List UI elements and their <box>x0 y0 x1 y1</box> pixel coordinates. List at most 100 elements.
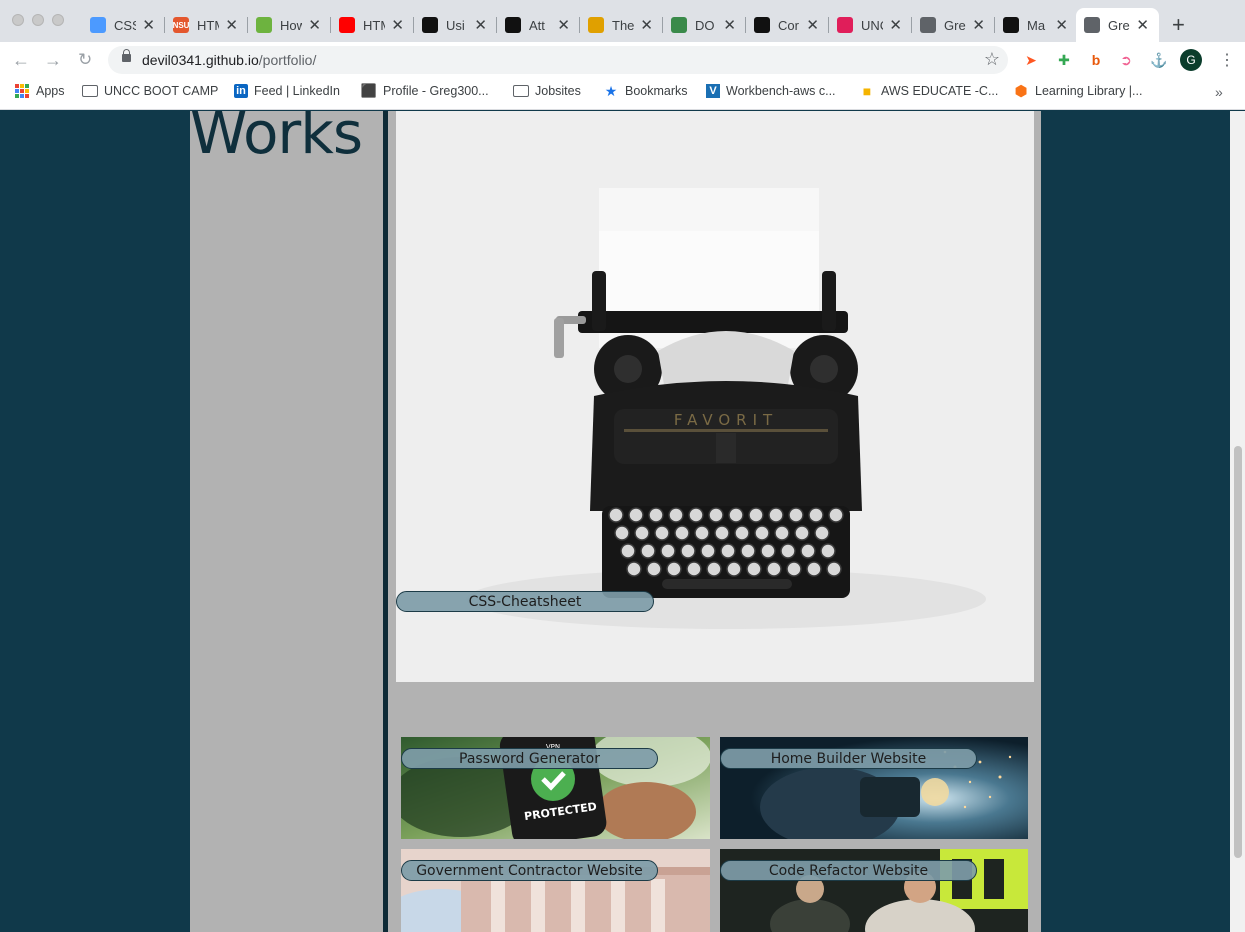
extension-arrow-icon[interactable]: ➲ <box>1117 51 1135 69</box>
back-arrow-icon[interactable]: ← <box>12 50 30 71</box>
close-tab-icon[interactable]: ✕ <box>640 16 653 34</box>
close-tab-icon[interactable]: ✕ <box>225 16 238 34</box>
bookmark-item[interactable]: ■ AWS EDUCATE -C... <box>859 83 999 99</box>
typewriter-key <box>646 561 662 577</box>
bookmark-item[interactable]: ★ Bookmarks <box>603 83 688 99</box>
browser-tab[interactable]: CSS ✕ <box>82 8 165 42</box>
bookmark-label: UNCC BOOT CAMP <box>104 84 219 98</box>
browser-tab[interactable]: HTML ✕ <box>331 8 414 42</box>
typewriter-key <box>828 507 844 523</box>
close-tab-icon[interactable]: ✕ <box>142 16 155 34</box>
tab-title: Att <box>529 17 545 33</box>
close-tab-icon[interactable]: ✕ <box>806 16 819 34</box>
project-label-password-generator[interactable]: Password Generator <box>401 748 658 769</box>
typewriter-key <box>614 525 630 541</box>
bookmark-item[interactable]: UNCC BOOT CAMP <box>82 84 218 98</box>
typewriter-key <box>626 561 642 577</box>
address-bar[interactable]: devil0341.github.io/portfolio/ ☆ <box>108 46 1008 74</box>
close-tab-icon[interactable]: ✕ <box>1055 16 1068 34</box>
bookmark-star-icon[interactable]: ☆ <box>984 49 1000 70</box>
forward-arrow-icon[interactable]: → <box>44 50 62 71</box>
bookmark-item[interactable]: in Feed | LinkedIn <box>234 84 340 98</box>
close-tab-icon[interactable]: ✕ <box>889 16 902 34</box>
lock-icon <box>122 49 131 62</box>
url-text: devil0341.github.io/portfolio/ <box>142 52 316 68</box>
bookmark-label: Bookmarks <box>625 84 688 98</box>
typewriter-key <box>774 525 790 541</box>
browser-tab[interactable]: Gre ✕ <box>1076 8 1159 42</box>
browser-tab[interactable]: Ma ✕ <box>995 8 1078 42</box>
browser-tab[interactable]: UNC ✕ <box>829 8 912 42</box>
project-label-code-refactor[interactable]: Code Refactor Website <box>720 860 977 881</box>
reload-icon[interactable]: ↻ <box>78 50 92 70</box>
extension-postman-icon[interactable]: ➤ <box>1022 51 1040 69</box>
browser-tab[interactable]: DO ✕ <box>663 8 746 42</box>
zoom-window-button[interactable] <box>52 14 64 26</box>
minimize-window-button[interactable] <box>32 14 44 26</box>
bookmark-label: Profile - Greg300... <box>383 84 489 98</box>
tab-title: HTML <box>363 17 385 33</box>
page-scrollbar-thumb[interactable] <box>1234 446 1242 858</box>
aws-box-icon: ■ <box>862 83 872 99</box>
browser-tab[interactable]: NSU HTML ✕ <box>165 8 248 42</box>
hero-project-card[interactable]: FAVORIT CSS-Cheatsheet <box>396 111 1034 682</box>
close-tab-icon[interactable]: ✕ <box>1136 16 1149 34</box>
menu-kebab-icon[interactable]: ⋮ <box>1219 50 1235 70</box>
bookmark-item[interactable]: Apps <box>14 84 65 98</box>
bootcamp-icon <box>422 17 438 33</box>
tab-strip: CSS ✕ NSU HTML ✕ How ✕ HTML ✕ Usi ✕ Att ✕ The ✕ DO ✕ Cor ✕… <box>0 0 1245 42</box>
tab-title: CSS <box>114 17 136 33</box>
close-tab-icon[interactable]: ✕ <box>723 16 736 34</box>
close-tab-icon[interactable]: ✕ <box>557 16 570 34</box>
bookmark-item[interactable]: ⬛ Profile - Greg300... <box>361 83 489 98</box>
project-label-css-cheatsheet[interactable]: CSS-Cheatsheet <box>396 591 654 612</box>
profile-avatar[interactable]: G <box>1180 49 1202 71</box>
bookmark-item[interactable]: Jobsites <box>513 84 581 98</box>
ta-icon <box>754 17 770 33</box>
typewriter-key <box>714 525 730 541</box>
close-tab-icon[interactable]: ✕ <box>308 16 321 34</box>
bookmark-item[interactable]: ⬢ Learning Library |... <box>1013 83 1142 100</box>
document-icon <box>671 17 687 33</box>
browser-tab[interactable]: Att ✕ <box>497 8 580 42</box>
typewriter-key <box>674 525 690 541</box>
typewriter-key <box>634 525 650 541</box>
page-viewport: Works FAVORIT CSS-Cheatsheet VPN PROTECT… <box>0 111 1245 932</box>
browser-tab[interactable]: Cor ✕ <box>746 8 829 42</box>
extensions-puzzle-icon[interactable]: ⚓ <box>1150 51 1168 69</box>
hexagon-icon: ⬢ <box>1014 83 1028 100</box>
tab-title: Gre <box>944 17 966 33</box>
typewriter-key <box>760 543 776 559</box>
new-tab-button[interactable]: + <box>1172 12 1185 38</box>
browser-tab[interactable]: Usi ✕ <box>414 8 497 42</box>
browser-tab[interactable]: The ✕ <box>580 8 663 42</box>
typewriter-key <box>780 543 796 559</box>
close-tab-icon[interactable]: ✕ <box>391 16 404 34</box>
extension-b-icon[interactable]: b <box>1087 51 1105 69</box>
project-label-government-contractor[interactable]: Government Contractor Website <box>401 860 658 881</box>
extension-plus-icon[interactable]: ✚ <box>1055 51 1073 69</box>
url-path: /portfolio/ <box>258 52 317 68</box>
typewriter-key <box>768 507 784 523</box>
browser-tab[interactable]: Gre ✕ <box>912 8 995 42</box>
typewriter-key <box>754 525 770 541</box>
bootcamp-icon <box>505 17 521 33</box>
typewriter-key <box>688 507 704 523</box>
vocareum-icon: V <box>706 84 720 98</box>
typewriter-key <box>660 543 676 559</box>
browser-tab[interactable]: How ✕ <box>248 8 331 42</box>
typewriter-key <box>708 507 724 523</box>
close-window-button[interactable] <box>12 14 24 26</box>
bookmark-item[interactable]: V Workbench-aws c... <box>706 84 836 98</box>
project-label-home-builder[interactable]: Home Builder Website <box>720 748 977 769</box>
typewriter-key <box>700 543 716 559</box>
typewriter-key <box>628 507 644 523</box>
close-tab-icon[interactable]: ✕ <box>474 16 487 34</box>
typewriter-key <box>680 543 696 559</box>
typewriter-brand-text: FAVORIT <box>674 411 778 429</box>
typewriter-key <box>746 561 762 577</box>
bookmark-label: Feed | LinkedIn <box>254 84 340 98</box>
close-tab-icon[interactable]: ✕ <box>972 16 985 34</box>
typewriter-key <box>654 525 670 541</box>
more-bookmarks-chevron-icon[interactable]: » <box>1215 84 1223 100</box>
